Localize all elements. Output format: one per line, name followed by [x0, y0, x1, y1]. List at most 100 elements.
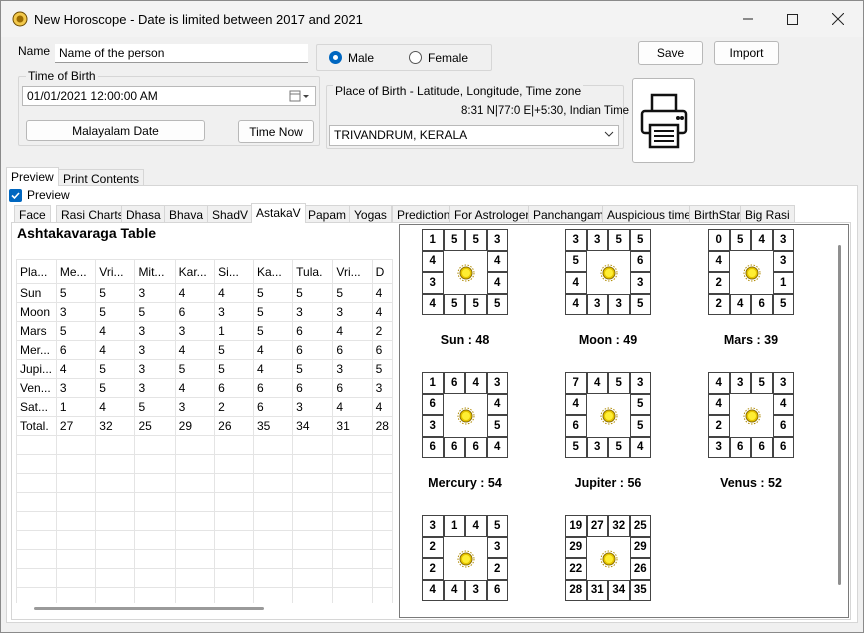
chart-cell: 6	[486, 579, 508, 601]
tab-dhasa[interactable]: Dhasa	[121, 205, 166, 223]
window: New Horoscope - Date is limited between …	[0, 0, 864, 633]
import-button[interactable]: Import	[714, 41, 779, 65]
table-row[interactable]: Total. 27 32 25 29 26 35 34 31 28	[16, 416, 393, 436]
empty-cell	[16, 568, 57, 588]
name-input[interactable]: Name of the person	[55, 44, 308, 63]
empty-cell	[95, 568, 136, 588]
table-cell: 27	[55, 416, 97, 436]
column-header[interactable]: Mit...	[134, 259, 176, 284]
minimize-button[interactable]	[725, 1, 771, 37]
table-cell: 4	[174, 283, 216, 303]
maximize-button[interactable]	[769, 1, 815, 37]
column-header[interactable]: Tula.	[292, 259, 334, 284]
table-row[interactable]: Sat... 1 4 5 3 2 6 3 4 4	[16, 397, 393, 417]
column-header[interactable]: D	[371, 259, 393, 284]
chart-cell: 6	[751, 436, 773, 458]
chart-label: Venus : 52	[720, 476, 782, 490]
chart-cell: 4	[751, 229, 773, 251]
female-radio[interactable]	[409, 51, 422, 64]
empty-cell	[252, 568, 294, 588]
tab-for-astrologer[interactable]: For Astrologer	[449, 205, 535, 223]
sun-icon	[600, 550, 618, 568]
chart-cell: 1	[422, 372, 444, 394]
tab-panchangam[interactable]: Panchangam	[528, 205, 609, 223]
tab-birthstar[interactable]: BirthStar	[689, 205, 746, 223]
chart-cell: 4	[443, 579, 465, 601]
chart-cell: 3	[422, 515, 444, 537]
preview-checkbox[interactable]	[9, 189, 22, 202]
table-row[interactable]: Mer... 6 4 3 4 5 4 6 6 6	[16, 340, 393, 360]
tab-bhava[interactable]: Bhava	[164, 205, 209, 223]
tab-rasi-charts[interactable]: Rasi Charts	[56, 205, 129, 223]
table-row[interactable]: Moon 3 5 5 6 3 5 3 3 4	[16, 302, 393, 322]
empty-cell	[16, 454, 57, 474]
chart-cell: 6	[729, 436, 751, 458]
empty-cell	[292, 530, 334, 550]
table-row[interactable]: Mars 5 4 3 3 1 5 6 4 2	[16, 321, 393, 341]
tab-big-rasi[interactable]: Big Rasi	[740, 205, 795, 223]
empty-cell	[16, 530, 57, 550]
vertical-scrollbar[interactable]	[838, 245, 841, 585]
close-button[interactable]	[815, 1, 861, 37]
column-header[interactable]: Kar...	[174, 259, 216, 284]
print-button[interactable]	[632, 78, 695, 163]
table-cell: 2	[214, 397, 254, 417]
male-radio[interactable]	[329, 51, 342, 64]
table-cell: 35	[252, 416, 294, 436]
empty-cell	[55, 454, 97, 474]
table-cell: 5	[214, 340, 254, 360]
table-cell: 1	[214, 321, 254, 341]
chart-cell: 2	[708, 293, 730, 315]
empty-cell	[292, 473, 334, 493]
column-header[interactable]: Ka...	[252, 259, 294, 284]
save-button[interactable]: Save	[638, 41, 703, 65]
tab-papam[interactable]: Papam	[303, 205, 352, 223]
table-cell: 29	[174, 416, 216, 436]
tab-face[interactable]: Face	[14, 205, 51, 223]
place-combobox[interactable]: TRIVANDRUM, KERALA	[329, 125, 619, 146]
empty-cell	[174, 549, 216, 569]
empty-cell	[252, 473, 294, 493]
table-row[interactable]: Jupi... 4 5 3 5 5 4 5 3 5	[16, 359, 393, 379]
tab-astakav[interactable]: AstakaV	[251, 203, 306, 223]
tab-auspicious-time[interactable]: Auspicious time	[602, 205, 697, 223]
column-header[interactable]: Si...	[214, 259, 254, 284]
table-cell: 4	[174, 340, 216, 360]
tab-shadv[interactable]: ShadV	[207, 205, 254, 223]
empty-cell	[95, 454, 136, 474]
column-header[interactable]: Vri...	[332, 259, 373, 284]
empty-cell	[292, 511, 334, 531]
empty-cell	[332, 473, 373, 493]
table-cell: 6	[292, 340, 334, 360]
table-row[interactable]: Ven... 3 5 3 4 6 6 6 6 3	[16, 378, 393, 398]
table-cell: 34	[292, 416, 334, 436]
table-row[interactable]: Sun 5 5 3 4 4 5 5 5 4	[16, 283, 393, 303]
table-cell: 3	[292, 397, 334, 417]
time-now-button[interactable]: Time Now	[238, 120, 314, 143]
table-cell: 6	[55, 340, 97, 360]
table-cell: 3	[134, 340, 176, 360]
chart-cell: 5	[629, 415, 651, 437]
tab-prediction[interactable]: Prediction	[392, 205, 456, 223]
empty-cell	[371, 549, 393, 569]
datetime-picker[interactable]: 01/01/2021 12:00:00 AM	[22, 86, 316, 106]
chart-cell: 5	[629, 393, 651, 415]
table-cell: 6	[332, 378, 373, 398]
column-header[interactable]: Pla...	[16, 259, 57, 284]
chart-cell: 5	[443, 293, 465, 315]
chart-cell: 7	[565, 372, 587, 394]
empty-cell	[252, 492, 294, 512]
chart-cell: 3	[422, 415, 444, 437]
empty-cell	[214, 511, 254, 531]
empty-cell	[292, 568, 334, 588]
tab-preview[interactable]: Preview	[6, 167, 59, 186]
column-header[interactable]: Me...	[55, 259, 97, 284]
malayalam-date-button[interactable]: Malayalam Date	[26, 120, 205, 141]
table-title: Ashtakavaraga Table	[17, 225, 157, 241]
column-header[interactable]: Vri...	[95, 259, 136, 284]
horizontal-scrollbar[interactable]	[34, 607, 264, 610]
table-cell: 5	[332, 283, 373, 303]
empty-cell	[134, 492, 176, 512]
tab-yogas[interactable]: Yogas	[349, 205, 392, 223]
calendar-dropdown-icon[interactable]	[289, 89, 313, 103]
